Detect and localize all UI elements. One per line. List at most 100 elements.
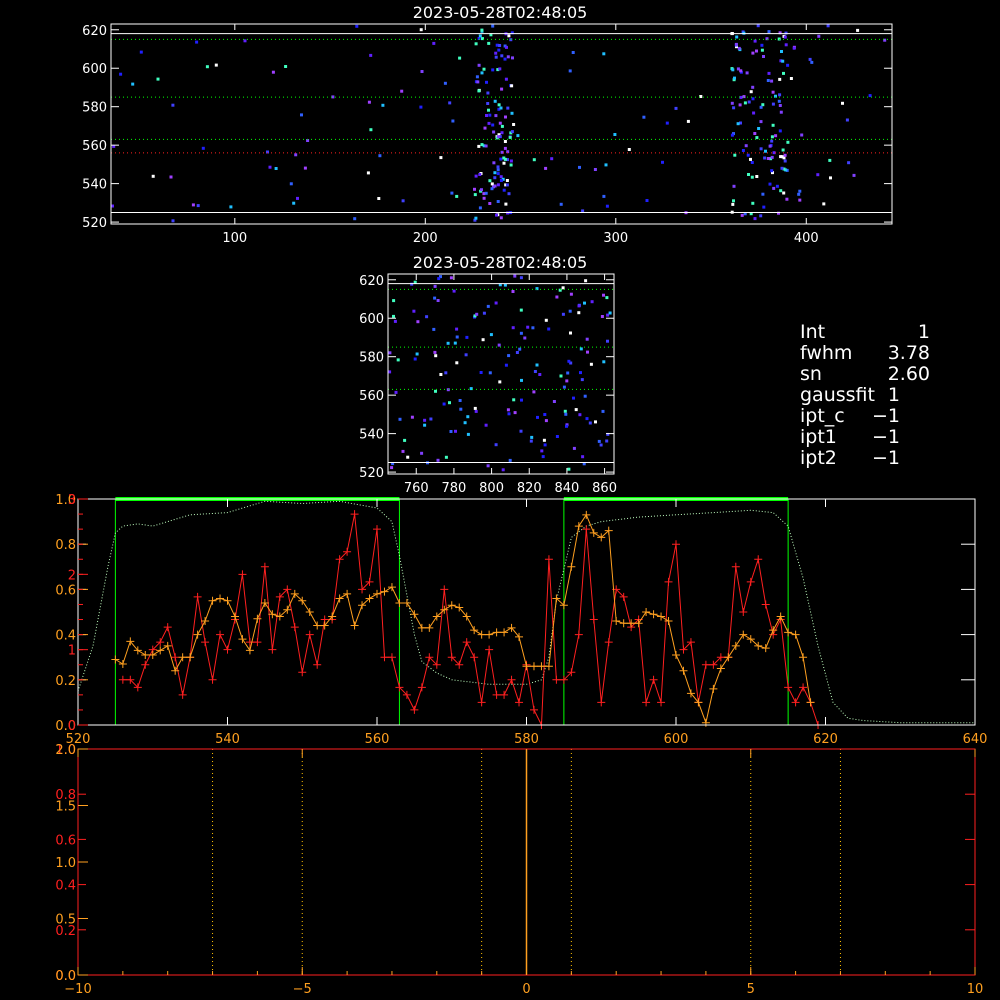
orange-series-point: [238, 635, 247, 644]
top-pixel: [661, 160, 664, 164]
top-pixel: [559, 202, 563, 206]
mid-pixel: [444, 455, 448, 459]
mid-pixel: [540, 449, 544, 453]
top-pixel: [774, 134, 778, 138]
mid-pixel: [511, 326, 515, 330]
orange-series-point: [627, 619, 636, 628]
profile-dotted-line: [77, 500, 975, 724]
top-pixel: [756, 24, 760, 28]
orange-series-point: [716, 664, 725, 673]
top-pixel: [476, 80, 480, 84]
red-series-point: [163, 623, 172, 632]
top-pixel: [289, 182, 293, 186]
mid-ytick-label: 600: [359, 312, 384, 327]
mid-pixel: [463, 421, 467, 425]
profile-orange-ytick-label: 0.8: [55, 538, 76, 553]
mid-pixel: [530, 435, 534, 439]
top-pixel: [755, 49, 758, 53]
mid-pixel: [416, 320, 420, 324]
top-pixel: [482, 196, 486, 200]
top-pixel: [510, 111, 514, 115]
top-pixel: [496, 200, 500, 203]
top-pixel: [744, 144, 748, 148]
top-pixel: [753, 39, 757, 43]
red-series-point: [784, 683, 793, 692]
top-pixel: [507, 192, 511, 196]
mid-pixel: [572, 446, 576, 450]
mid-pixel: [568, 309, 572, 313]
info-value: 2.60: [887, 363, 930, 385]
top-pixel: [778, 104, 782, 107]
top-pixel: [764, 149, 767, 153]
mid-pixel: [498, 380, 502, 384]
info-row-ipt-c: ipt_c −1: [800, 406, 930, 427]
mid-pixel: [572, 396, 575, 400]
top-pixel: [477, 89, 481, 93]
mid-pixel: [513, 274, 517, 278]
top-pixel: [497, 103, 501, 107]
mid-pixel: [390, 466, 394, 470]
orange-series-point: [417, 623, 426, 632]
mid-pixel: [488, 371, 492, 375]
top-pixel: [602, 52, 606, 56]
mid-pixel: [403, 438, 407, 442]
profile-chart-plot: [77, 497, 975, 729]
mid-pixel: [519, 331, 523, 335]
mid-pixel: [519, 308, 523, 312]
top-pixel: [845, 118, 849, 122]
top-pixel: [119, 72, 123, 76]
middle-spectrogram-panel: 2023-05-28T02:48:05 760 780 800 820 840 860 52…: [359, 253, 617, 496]
top-pixel: [490, 182, 494, 186]
mid-pixel: [584, 279, 588, 283]
mid-pixel: [566, 371, 570, 375]
mid-pixel: [398, 417, 402, 421]
red-series-point: [350, 510, 359, 519]
mid-pixel: [563, 409, 567, 413]
top-pixel: [477, 144, 481, 148]
profile-orange-ytick-label: 0.6: [55, 583, 76, 598]
orange-series-point: [589, 528, 598, 537]
top-pixel: [770, 139, 774, 143]
top-pixel: [777, 99, 781, 103]
orange-series-point: [799, 653, 808, 662]
top-pixel: [734, 42, 738, 46]
info-key: sn: [800, 363, 822, 385]
top-pixel: [500, 124, 504, 128]
orange-series-point: [791, 630, 800, 639]
middle-panel-title: 2023-05-28T02:48:05: [413, 253, 588, 272]
top-pixel: [605, 204, 609, 208]
mid-pixel: [479, 371, 483, 374]
top-pixel: [783, 159, 787, 163]
mid-pixel: [442, 402, 446, 406]
profile-xtick-label: 600: [664, 732, 689, 747]
offset-orange-ytick-label: 0.0: [55, 969, 76, 984]
mid-pixel: [449, 276, 453, 280]
top-pixel: [487, 108, 490, 112]
red-series-point: [477, 698, 486, 707]
top-pixel: [768, 182, 772, 186]
red-series-point: [462, 638, 471, 647]
orange-series-point: [522, 662, 531, 671]
profile-xtick-label: 540: [215, 732, 240, 747]
top-pixel: [490, 187, 494, 191]
top-pixel: [735, 35, 739, 39]
top-pixel: [753, 132, 757, 135]
top-ytick-label: 620: [82, 24, 107, 39]
mid-pixel: [569, 292, 573, 296]
fit-info-panel: Int 1 fwhm 3.78 sn 2.60 gaussfit 1 ipt_c −1 i…: [800, 322, 930, 469]
mid-pixel: [531, 326, 535, 330]
mid-pixel: [436, 299, 440, 302]
mid-pixel: [535, 363, 539, 367]
top-pixel: [156, 77, 160, 81]
top-pixel: [450, 191, 454, 195]
profile-xtick-label: 560: [365, 732, 390, 747]
offset-xtick-label: −10: [64, 982, 91, 997]
orange-series-point: [679, 666, 688, 675]
mid-pixel: [458, 399, 462, 402]
mid-pixel: [512, 398, 516, 402]
offset-orange-ytick-label: 2.0: [55, 743, 76, 758]
top-pixel: [499, 216, 503, 220]
top-pixel: [498, 67, 502, 71]
mid-pixel: [544, 318, 548, 322]
mid-pixel: [433, 296, 437, 300]
